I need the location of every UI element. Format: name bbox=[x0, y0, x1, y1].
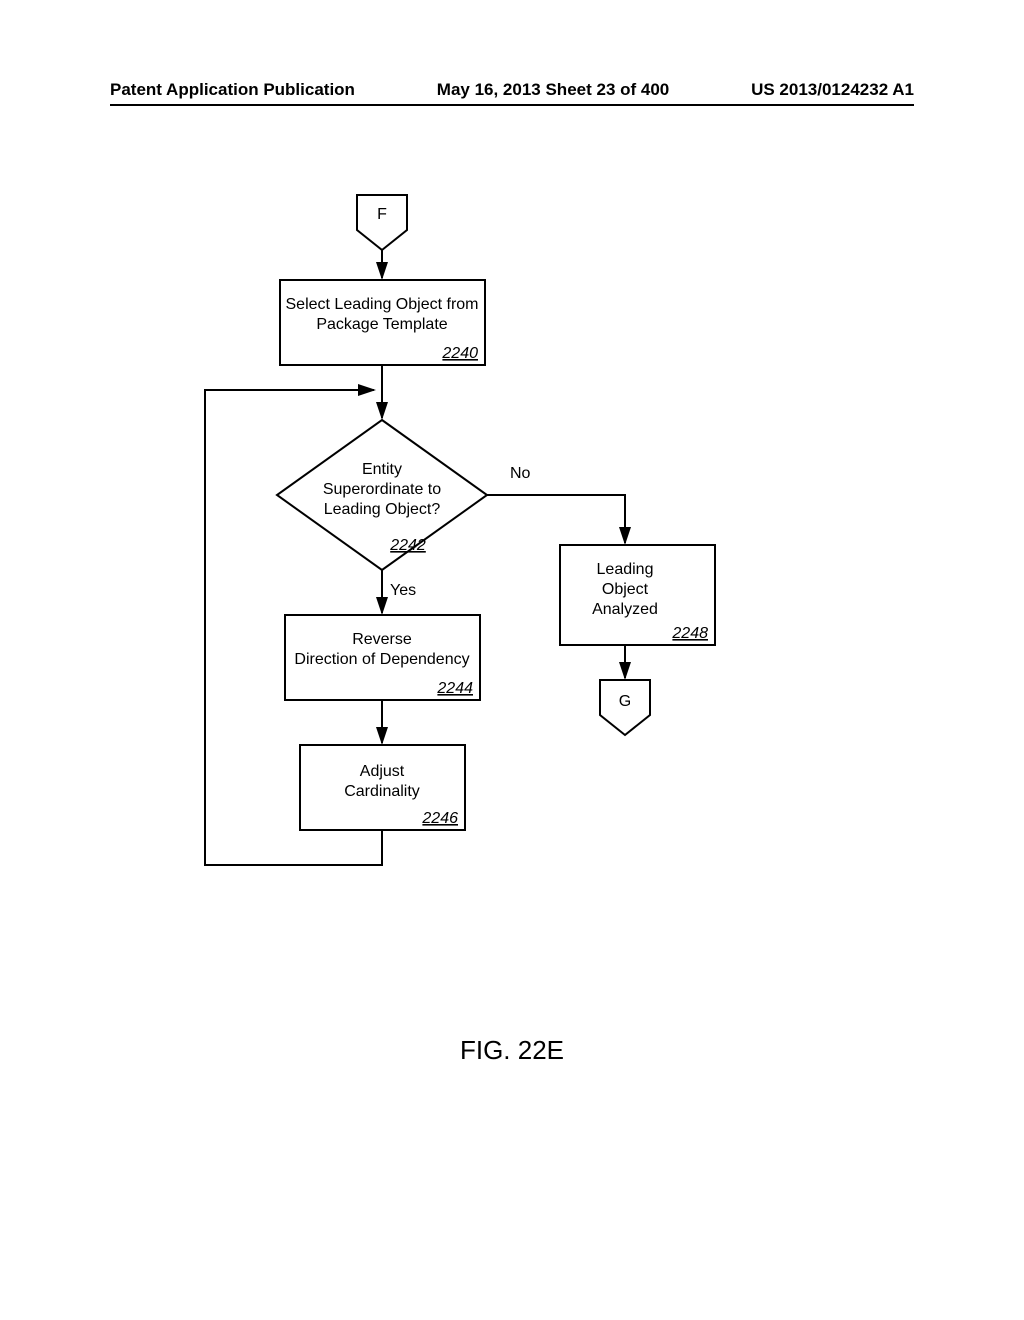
select-ref: 2240 bbox=[441, 345, 478, 362]
decision-no-label: No bbox=[510, 465, 531, 482]
connector-out-G: G bbox=[600, 680, 650, 735]
reverse-ref: 2244 bbox=[436, 680, 473, 697]
connector-in-F: F bbox=[357, 195, 407, 250]
figure-label: FIG. 22E bbox=[0, 1035, 1024, 1066]
select-line1: Select Leading Object from bbox=[286, 296, 479, 313]
select-line2: Package Template bbox=[316, 316, 447, 333]
node-adjust: Adjust Cardinality 2246 bbox=[300, 745, 465, 830]
node-select: Select Leading Object from Package Templ… bbox=[280, 280, 485, 365]
decision-line1: Entity bbox=[362, 461, 402, 478]
reverse-line1: Reverse bbox=[352, 631, 412, 648]
node-decision: Entity Superordinate to Leading Object? … bbox=[277, 420, 487, 570]
connector-out-label: G bbox=[619, 693, 631, 710]
page-header: Patent Application Publication May 16, 2… bbox=[110, 80, 914, 100]
decision-yes-label: Yes bbox=[390, 582, 416, 599]
flowchart-svg: F Select Leading Object from Package Tem… bbox=[0, 130, 1024, 1030]
connector-in-label: F bbox=[377, 206, 387, 223]
adjust-line1: Adjust bbox=[360, 763, 405, 780]
decision-ref: 2242 bbox=[389, 537, 426, 554]
reverse-line2: Direction of Dependency bbox=[294, 651, 469, 668]
header-right: US 2013/0124232 A1 bbox=[751, 80, 914, 100]
decision-line3: Leading Object? bbox=[324, 501, 441, 518]
arrow-decision-no bbox=[487, 495, 625, 543]
analyzed-ref: 2248 bbox=[671, 625, 708, 642]
page: Patent Application Publication May 16, 2… bbox=[0, 0, 1024, 1320]
analyzed-line2: Object bbox=[602, 581, 649, 598]
header-left: Patent Application Publication bbox=[110, 80, 355, 100]
adjust-line2: Cardinality bbox=[344, 783, 420, 800]
header-center: May 16, 2013 Sheet 23 of 400 bbox=[437, 80, 669, 100]
analyzed-line3: Analyzed bbox=[592, 601, 658, 618]
header-rule bbox=[110, 104, 914, 106]
decision-line2: Superordinate to bbox=[323, 481, 441, 498]
node-reverse: Reverse Direction of Dependency 2244 bbox=[285, 615, 480, 700]
node-analyzed: Leading Object Analyzed 2248 bbox=[560, 545, 715, 645]
adjust-ref: 2246 bbox=[421, 810, 458, 827]
analyzed-line1: Leading bbox=[597, 561, 654, 578]
